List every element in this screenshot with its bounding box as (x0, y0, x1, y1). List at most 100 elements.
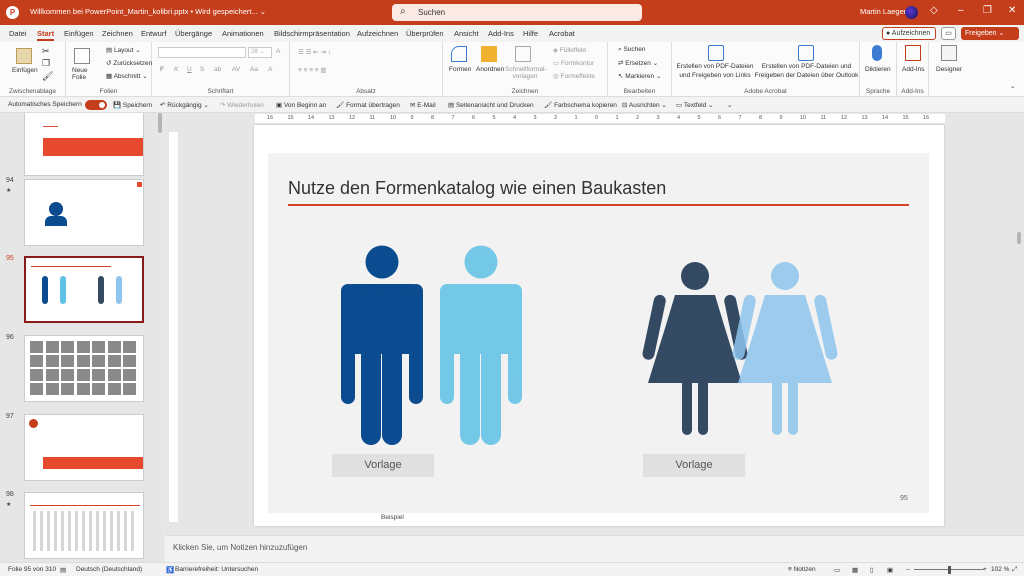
thumbnail-scrollbar[interactable] (158, 113, 162, 133)
textbox-button[interactable]: ▭ Textfeld ⌄ (676, 101, 714, 109)
zoom-out-icon[interactable]: – (906, 566, 910, 573)
zoom-in-icon[interactable]: + (983, 566, 987, 573)
designer-button[interactable]: Designer (936, 66, 962, 73)
slideshow-icon[interactable]: ▣ (887, 566, 893, 574)
tab-datei[interactable]: Datei (9, 29, 27, 38)
dictate-button[interactable]: Diktieren (865, 66, 891, 73)
shape-effects-button[interactable]: ◎ Formeffekte (553, 72, 595, 80)
slide-thumbnail[interactable] (24, 492, 144, 559)
customize-qat-icon[interactable]: ⌄ (727, 101, 732, 109)
tab-entwurf[interactable]: Entwurf (141, 29, 166, 38)
close-icon[interactable]: ✕ (1008, 5, 1016, 16)
slide-counter[interactable]: Folie 95 von 310 (8, 566, 56, 573)
ribbon-collapse-icon[interactable]: ⌄ (1010, 82, 1015, 90)
slide-sorter-icon[interactable]: ▦ (852, 566, 858, 574)
print-preview-button[interactable]: ▤ Seitenansicht und Drucken (448, 101, 534, 109)
fit-slide-icon[interactable]: ⤢ (1012, 566, 1017, 574)
from-start-button[interactable]: ▣ Von Beginn an (276, 101, 326, 109)
template-label-right[interactable]: Vorlage (643, 454, 745, 477)
tab-bildschirmpraesentation[interactable]: Bildschirmpräsentation (274, 29, 350, 38)
paste-button[interactable]: Einfügen (12, 67, 38, 74)
share-button[interactable]: Freigeben ⌄ (961, 27, 1019, 40)
slide-thumbnail[interactable] (24, 179, 144, 246)
shadow-icon[interactable]: ab (214, 66, 221, 73)
find-button[interactable]: ⌕ Suchen (618, 46, 646, 54)
strikethrough-icon[interactable]: S (200, 66, 204, 73)
font-grow-icon[interactable]: A (276, 48, 280, 55)
redo-button[interactable]: ↷ Wiederholen (220, 101, 264, 109)
save-button[interactable]: 💾 Speichern (113, 101, 152, 109)
search-box[interactable]: ⌕ Suchen (392, 4, 642, 21)
notes-toggle[interactable]: ≡ Notizen (788, 566, 816, 573)
tab-uebergaenge[interactable]: Übergänge (175, 29, 212, 38)
create-pdf-outlook-button[interactable]: Erstellen von PDF-Dateien und Freigeben … (754, 62, 859, 80)
restore-icon[interactable]: ❐ (983, 5, 992, 16)
reading-view-icon[interactable]: ▯ (870, 566, 874, 574)
minimize-icon[interactable]: – (958, 5, 964, 16)
copy-icon[interactable]: ❐ (42, 58, 50, 69)
align-button[interactable]: ⊟ Ausrichten ⌄ (622, 101, 667, 109)
autosave-toggle[interactable] (85, 100, 107, 110)
font-size-select[interactable]: 28 ⌄ (248, 47, 272, 58)
comments-icon[interactable]: ▭ (941, 27, 956, 40)
format-painter-button[interactable]: 🖌 Format übertragen (336, 101, 400, 109)
bullets-icon[interactable]: ☰ ☰ ⇤ ⇥ ↕ (298, 48, 331, 56)
spellcheck-icon[interactable]: ▤ (60, 566, 66, 574)
tab-aufzeichnen[interactable]: Aufzeichnen (357, 29, 398, 38)
undo-button[interactable]: ↶ Rückgängig ⌄ (160, 101, 209, 109)
layout-button[interactable]: ▤ Layout ⌄ (106, 46, 141, 54)
slide-canvas[interactable]: Nutze den Formenkatalog wie einen Baukas… (254, 125, 944, 526)
shapes-button[interactable]: Formen (449, 66, 471, 73)
normal-view-icon[interactable]: ▭ (834, 566, 840, 574)
accessibility-status[interactable]: Barrierefreiheit: Untersuchen (175, 566, 258, 573)
color-scheme-button[interactable]: 🖌 Farbschema kopieren (544, 101, 617, 109)
addins-button[interactable]: Add-Ins (902, 66, 924, 73)
zoom-slider-thumb[interactable] (948, 566, 951, 574)
tab-hilfe[interactable]: Hilfe (523, 29, 538, 38)
avatar[interactable] (905, 6, 918, 19)
select-button[interactable]: ↖ Markieren ⌄ (618, 72, 661, 80)
tab-addins[interactable]: Add-Ins (488, 29, 514, 38)
editor-scrollbar[interactable] (1017, 232, 1021, 244)
document-title[interactable]: Willkommen bei PowerPoint_Martin_kolibri… (30, 7, 266, 16)
tab-animationen[interactable]: Animationen (222, 29, 264, 38)
tab-start[interactable]: Start (37, 29, 55, 41)
language-status[interactable]: Deutsch (Deutschland) (76, 566, 142, 573)
slide-thumbnail[interactable]: ▬▬▬▬▬ (24, 113, 144, 176)
email-button[interactable]: ✉ E-Mail (410, 101, 436, 109)
notes-pane[interactable]: Klicken Sie, um Notizen hinzuzufügen (165, 535, 1024, 562)
record-button[interactable]: ● Aufzeichnen (882, 27, 936, 40)
shape-outline-button[interactable]: ▭ Formkontur (553, 59, 594, 67)
arrange-button[interactable]: Anordnen (476, 66, 504, 73)
section-button[interactable]: ▦ Abschnitt ⌄ (106, 72, 148, 80)
zoom-level[interactable]: 102 % (991, 566, 1009, 573)
replace-button[interactable]: ⇄ Ersetzen ⌄ (618, 59, 658, 67)
premium-diamond-icon[interactable]: ◇ (930, 5, 938, 16)
accessibility-icon[interactable]: ♿ (166, 566, 174, 574)
case-icon[interactable]: Aa (250, 66, 258, 73)
quick-styles-button[interactable]: Schnellformat-vorlagen (505, 66, 547, 80)
tab-ansicht[interactable]: Ansicht (454, 29, 479, 38)
font-color-icon[interactable]: A (268, 66, 272, 73)
cut-icon[interactable]: ✂ (42, 46, 50, 57)
slide-thumbnail[interactable] (24, 414, 144, 481)
char-spacing-icon[interactable]: AV (232, 66, 240, 73)
font-family-select[interactable] (158, 47, 246, 58)
format-painter-icon[interactable]: 🖌 (42, 71, 53, 82)
tab-ueberpruefen[interactable]: Überprüfen (406, 29, 444, 38)
align-icon[interactable]: ≡ ≡ ≡ ≡ ▥ (298, 66, 327, 74)
shape-fill-button[interactable]: ◈ Fülleffekt (553, 46, 586, 54)
tab-acrobat[interactable]: Acrobat (549, 29, 575, 38)
italic-icon[interactable]: K (174, 66, 178, 73)
tab-einfuegen[interactable]: Einfügen (64, 29, 94, 38)
create-pdf-share-link-button[interactable]: Erstellen von PDF-Dateien und Freigeben … (675, 62, 755, 80)
slide-thumbnail[interactable] (24, 335, 144, 402)
bold-icon[interactable]: F (160, 66, 164, 73)
underline-icon[interactable]: U (187, 66, 192, 73)
user-name[interactable]: Martin Laeger (860, 7, 906, 16)
slide-thumbnail-selected[interactable] (24, 256, 144, 323)
new-slide-button[interactable]: Neue Folie (72, 67, 96, 81)
template-label-left[interactable]: Vorlage (332, 454, 434, 477)
reset-button[interactable]: ↺ Zurücksetzen (106, 59, 152, 67)
tab-zeichnen[interactable]: Zeichnen (102, 29, 133, 38)
